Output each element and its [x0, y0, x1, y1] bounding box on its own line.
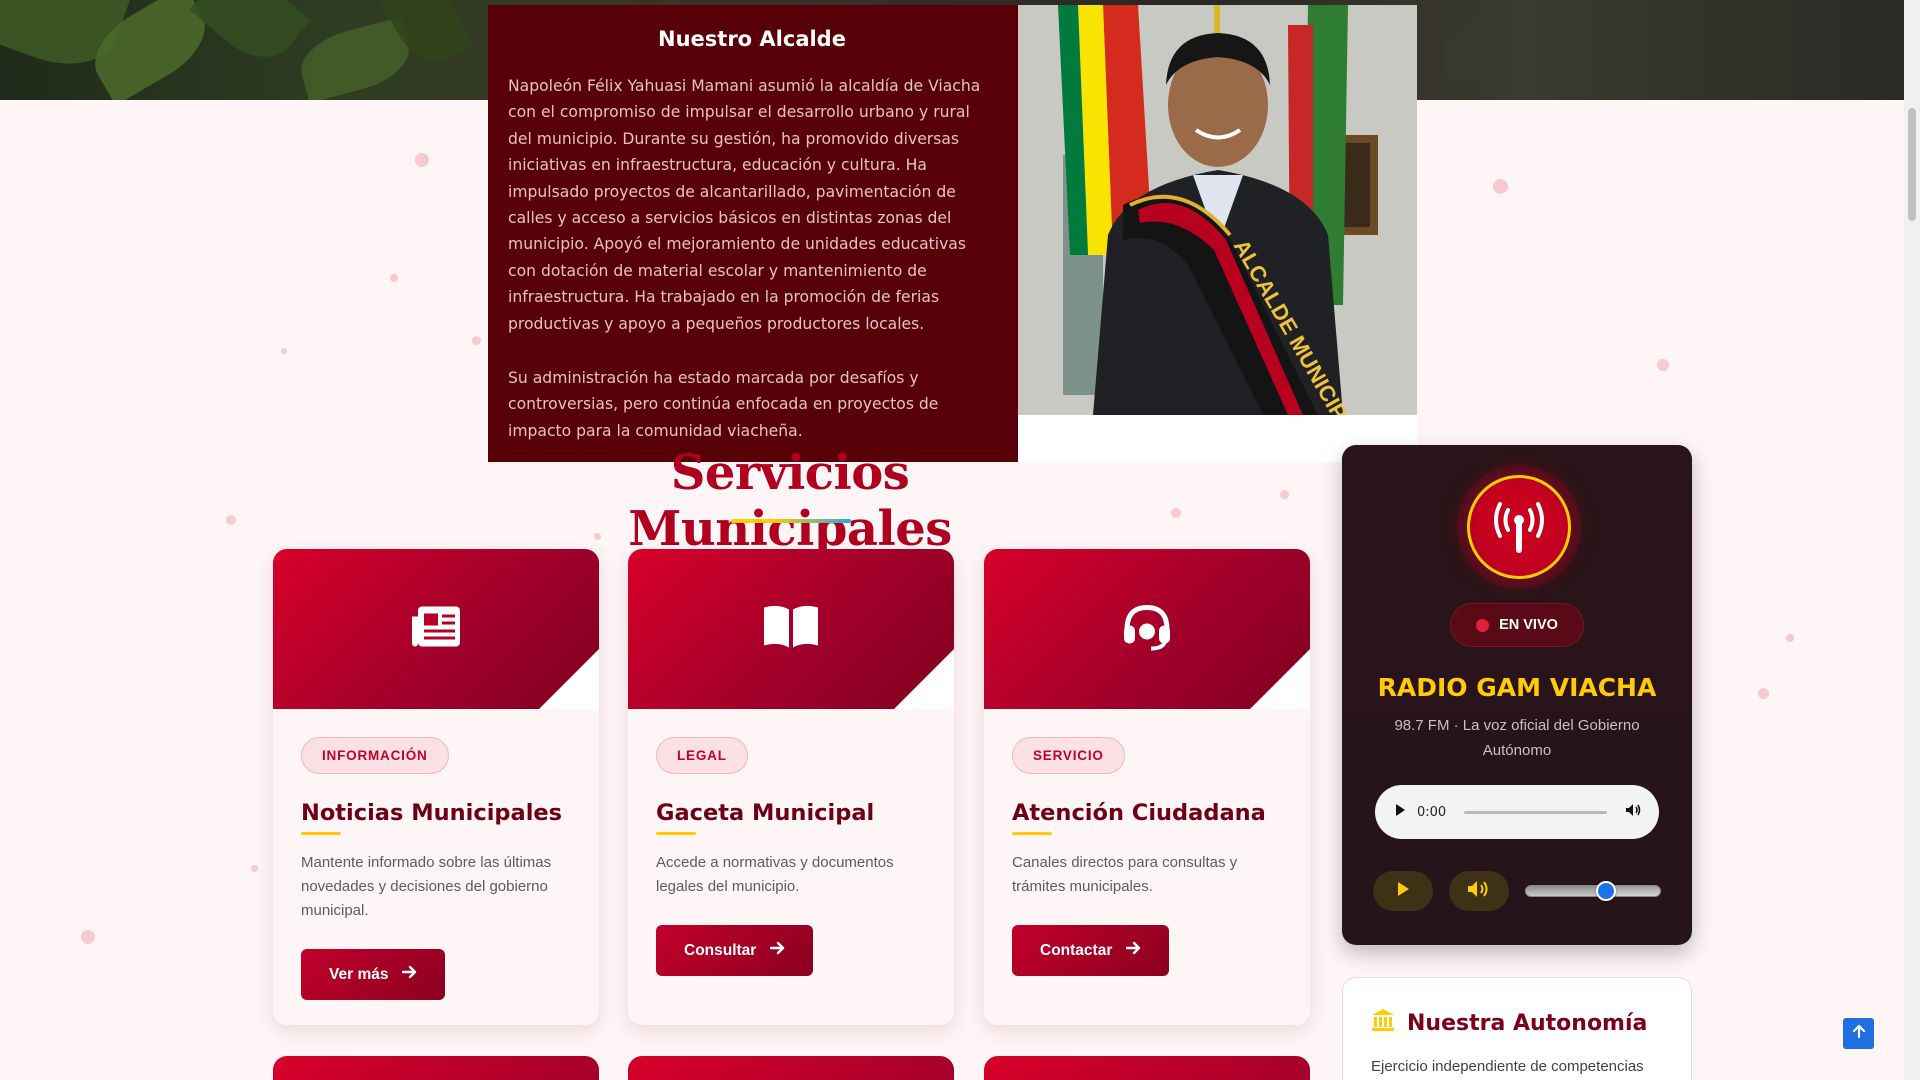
arrow-right-icon [770, 941, 785, 960]
service-card-next-row [273, 1056, 599, 1080]
title-underline [731, 519, 851, 523]
card-header [273, 549, 599, 709]
broadcast-tower-icon [1467, 475, 1571, 579]
card-title-underline [1012, 832, 1052, 835]
radio-mute-button[interactable] [1449, 871, 1509, 911]
mayor-bio-paragraph: Napoleón Félix Yahuasi Mamani asumió la … [508, 77, 981, 333]
player-play-icon[interactable] [1393, 803, 1407, 822]
live-label: EN VIVO [1499, 617, 1558, 633]
card-description: Canales directos para consultas y trámit… [1012, 854, 1238, 895]
mayor-portrait-illustration: ALCALDE MUNICIPAL G.A.M.V. [1018, 5, 1417, 415]
mayor-photo-frame: ALCALDE MUNICIPAL G.A.M.V. [1018, 5, 1417, 462]
play-icon [1395, 881, 1411, 902]
card-header [984, 549, 1310, 709]
volume-slider[interactable] [1525, 881, 1661, 901]
mayor-bio: Napoleón Félix Yahuasi Mamani asumió la … [508, 73, 996, 444]
mayor-card: Nuestro Alcalde Napoleón Félix Yahuasi M… [488, 5, 1018, 462]
volume-fill [1526, 886, 1607, 896]
arrow-up-icon [1852, 1024, 1866, 1043]
card-description: Accede a normativas y documentos legales… [656, 854, 894, 895]
landmark-icon [1371, 1008, 1395, 1038]
autonomy-title: Nuestra Autonomía [1407, 1010, 1648, 1036]
arrow-right-icon [402, 965, 417, 984]
card-title-underline [656, 832, 696, 835]
contactar-button[interactable]: Contactar [1012, 925, 1170, 976]
radio-play-button[interactable] [1373, 871, 1433, 911]
service-card-next-row [984, 1056, 1310, 1080]
consultar-button[interactable]: Consultar [656, 925, 814, 976]
service-card-gazette: LEGAL Gaceta Municipal Accede a normativ… [628, 549, 954, 1025]
mayor-title: Nuestro Alcalde [658, 27, 846, 51]
button-label: Ver más [329, 965, 389, 983]
category-badge: LEGAL [656, 737, 748, 774]
autonomy-card: Nuestra Autonomía Ejercicio independient… [1342, 977, 1692, 1080]
ver-mas-button[interactable]: Ver más [301, 949, 446, 1000]
card-title: Atención Ciudadana [1012, 800, 1266, 826]
mayor-photo: ALCALDE MUNICIPAL G.A.M.V. [1018, 5, 1417, 415]
book-open-icon [762, 604, 820, 655]
back-to-top-button[interactable] [1843, 1018, 1874, 1049]
card-title: Gaceta Municipal [656, 800, 875, 826]
live-badge: EN VIVO [1450, 603, 1584, 647]
services-title: Servicios Municipales [628, 445, 952, 557]
newspaper-icon [410, 605, 462, 654]
category-badge: INFORMACIÓN [301, 737, 449, 774]
radio-station-subtitle: 98.7 FM · La voz oficial del Gobierno Au… [1394, 717, 1640, 759]
page-scrollbar[interactable] [1904, 0, 1920, 1080]
autonomy-text: Ejercicio independiente de competencias [1371, 1058, 1644, 1075]
audio-player: 0:00 [1375, 785, 1659, 839]
service-card-news: INFORMACIÓN Noticias Municipales Mantent… [273, 549, 599, 1025]
radio-widget: EN VIVO RADIO GAM VIACHA 98.7 FM · La vo… [1342, 445, 1692, 945]
mayor-bio-paragraph: Su administración ha estado marcada por … [508, 369, 939, 440]
player-progress-bar[interactable] [1464, 810, 1607, 814]
arrow-right-icon [1126, 941, 1141, 960]
card-header [628, 549, 954, 709]
card-title-underline [301, 832, 341, 835]
button-label: Contactar [1040, 941, 1113, 959]
scrollbar-thumb[interactable] [1908, 108, 1916, 221]
volume-slider-thumb[interactable] [1596, 881, 1617, 901]
headset-icon [1121, 602, 1173, 657]
player-volume-icon[interactable] [1625, 803, 1641, 822]
card-title: Noticias Municipales [301, 800, 563, 826]
button-label: Consultar [684, 941, 757, 959]
live-indicator-icon [1476, 618, 1490, 632]
radio-station-name: RADIO GAM VIACHA [1377, 673, 1657, 702]
service-card-next-row [628, 1056, 954, 1080]
player-time: 0:00 [1417, 804, 1447, 820]
card-description: Mantente informado sobre las últimas nov… [301, 854, 552, 919]
category-badge: SERVICIO [1012, 737, 1125, 774]
volume-icon [1467, 880, 1491, 903]
service-card-citizen-support: SERVICIO Atención Ciudadana Canales dire… [984, 549, 1310, 1025]
